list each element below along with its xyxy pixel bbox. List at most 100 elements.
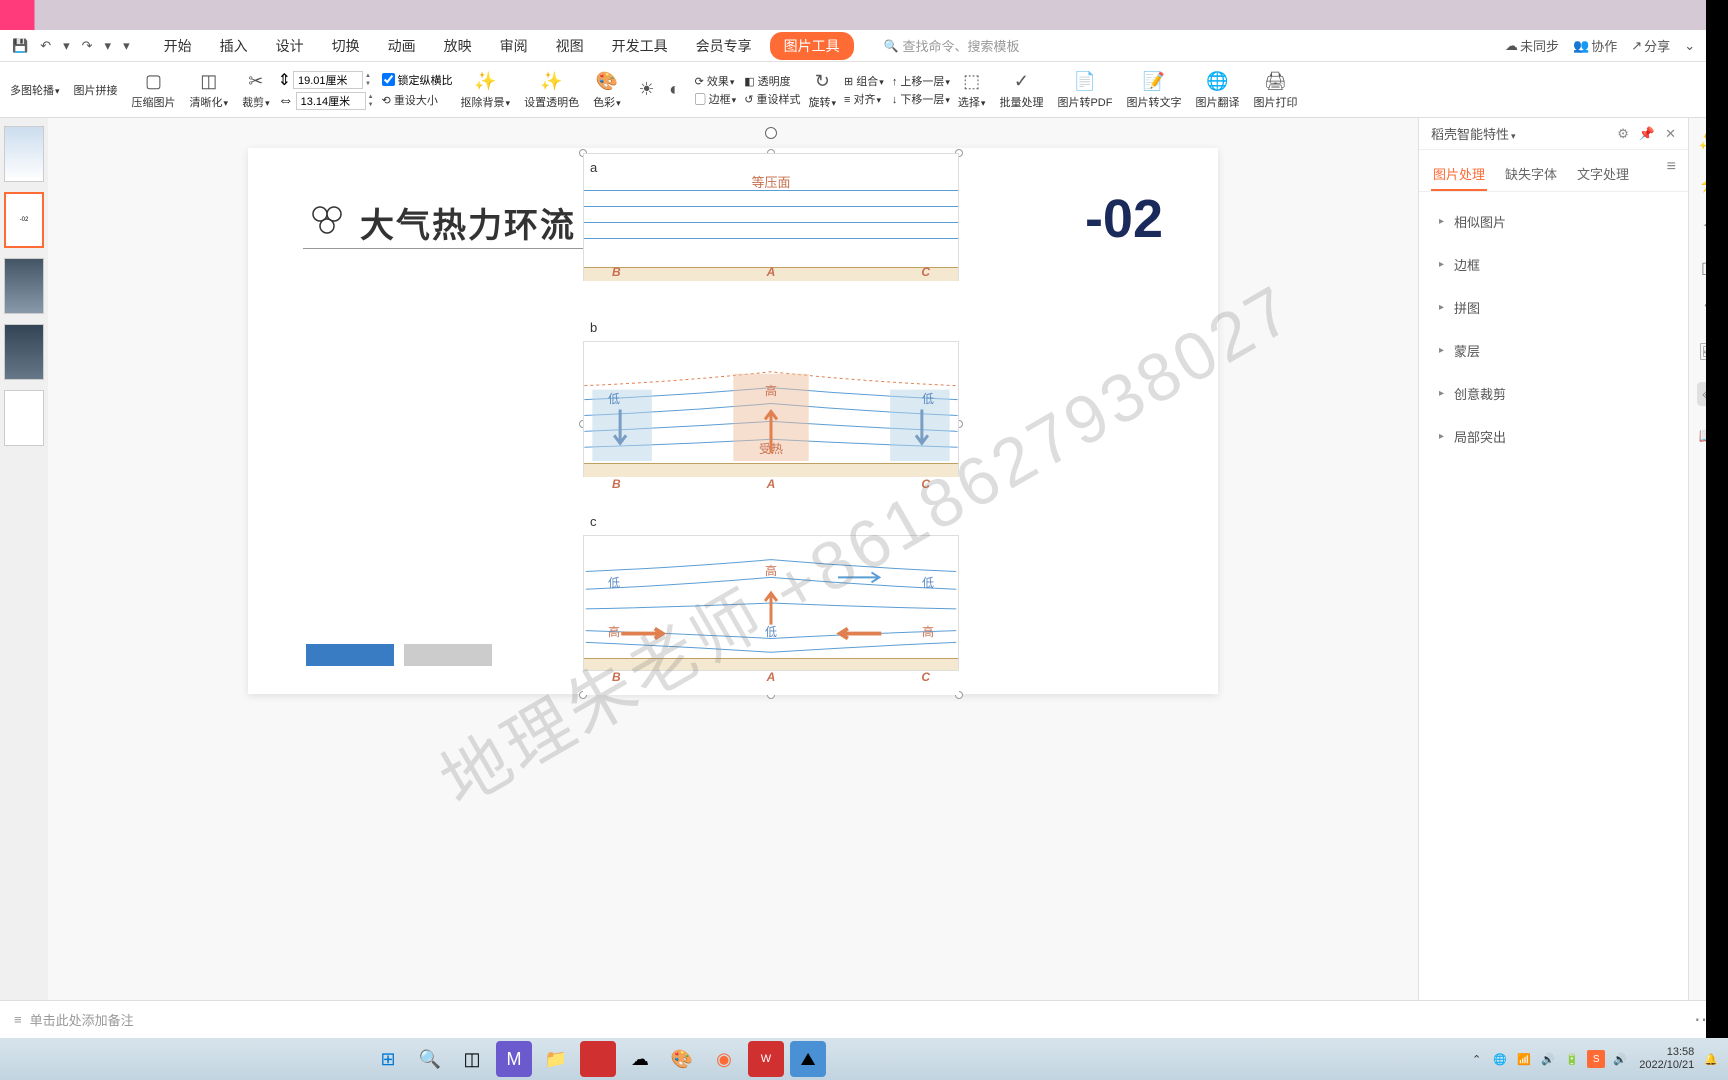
width-field[interactable]	[293, 71, 363, 89]
rotate-button[interactable]: ↻ 旋转	[802, 68, 842, 112]
image-stitch-button[interactable]: 图片拼接	[68, 80, 124, 100]
brightness-icon[interactable]: ☀	[635, 78, 659, 102]
height-up[interactable]: ▲	[368, 93, 374, 101]
tab-transition[interactable]: 切换	[322, 32, 370, 60]
tray-expand-icon[interactable]: ⌃	[1472, 1053, 1481, 1066]
notes-area[interactable]: ≡ 单击此处添加备注 ⋯	[0, 1000, 1728, 1038]
width-up[interactable]: ▲	[365, 72, 371, 80]
notes-placeholder: 单击此处添加备注	[30, 1010, 134, 1029]
translate-button[interactable]: 🌐 图片翻译	[1189, 68, 1245, 112]
menu-icon[interactable]: ≡	[1667, 158, 1676, 191]
crop-button[interactable]: ✂ 裁剪	[236, 68, 276, 112]
explorer-button[interactable]: 📁	[538, 1041, 574, 1077]
reset-style-button[interactable]: ↺ 重设样式	[744, 91, 800, 107]
rp-item-creative-crop[interactable]: 创意裁剪	[1419, 372, 1688, 415]
tab-animation[interactable]: 动画	[378, 32, 426, 60]
panel-title[interactable]: 稻壳智能特性	[1431, 124, 1516, 143]
thumbnail-4[interactable]	[4, 324, 44, 380]
lock-ratio-checkbox[interactable]: 锁定纵横比	[382, 72, 453, 88]
tab-review[interactable]: 审阅	[490, 32, 538, 60]
app-3[interactable]: ☁	[622, 1041, 658, 1077]
tab-insert[interactable]: 插入	[210, 32, 258, 60]
thumbnail-2[interactable]: -02	[4, 192, 44, 248]
qat-more[interactable]: ▾	[119, 36, 134, 56]
effect-button[interactable]: ⟳ 效果	[695, 73, 737, 89]
tray-icon-4[interactable]: 🔋	[1563, 1050, 1581, 1068]
rp-item-highlight[interactable]: 局部突出	[1419, 415, 1688, 458]
contrast-icon[interactable]: ◐	[663, 78, 687, 102]
slide-canvas[interactable]: 大气热力环流 -02 a 等压面	[48, 118, 1418, 1000]
clarity-button[interactable]: ◫ 清晰化	[184, 68, 235, 112]
batch-button[interactable]: ✓ 批量处理	[993, 68, 1049, 112]
tray-icon-2[interactable]: 📶	[1515, 1050, 1533, 1068]
rp-item-collage[interactable]: 拼图	[1419, 286, 1688, 329]
tab-devtools[interactable]: 开发工具	[602, 32, 678, 60]
share-button[interactable]: ↗ 分享	[1631, 36, 1670, 55]
search-input[interactable]: 查找命令、搜索模板	[884, 36, 1020, 55]
rp-tab-image[interactable]: 图片处理	[1431, 158, 1487, 191]
taskview-button[interactable]: ◫	[454, 1041, 490, 1077]
tab-member[interactable]: 会员专享	[686, 32, 762, 60]
redo-button[interactable]: ↷	[78, 36, 97, 56]
to-text-button[interactable]: 📝 图片转文字	[1120, 68, 1187, 112]
tab-view[interactable]: 视图	[546, 32, 594, 60]
thumbnail-3[interactable]	[4, 258, 44, 314]
app-5[interactable]: ◉	[706, 1041, 742, 1077]
tab-design[interactable]: 设计	[266, 32, 314, 60]
print-button[interactable]: 🖨 图片打印	[1247, 68, 1303, 112]
tab-slideshow[interactable]: 放映	[434, 32, 482, 60]
start-button[interactable]: ⊞	[370, 1041, 406, 1077]
thumbnail-1[interactable]	[4, 126, 44, 182]
height-down[interactable]: ▼	[368, 101, 374, 109]
pin-icon[interactable]: 📌	[1639, 126, 1655, 142]
app-6[interactable]: ⛰	[790, 1041, 826, 1077]
select-button[interactable]: ⬚ 选择	[952, 68, 992, 112]
search-button[interactable]: 🔍	[412, 1041, 448, 1077]
tray-icon-5[interactable]: 🔊	[1611, 1050, 1629, 1068]
rp-item-similar[interactable]: 相似图片	[1419, 200, 1688, 243]
tray-icon-1[interactable]: 🌐	[1491, 1050, 1509, 1068]
rp-item-border[interactable]: 边框	[1419, 243, 1688, 286]
reset-size-button[interactable]: ⟲ 重设大小	[382, 92, 453, 108]
collab-button[interactable]: 👥 协作	[1573, 36, 1617, 55]
wps-button[interactable]: W	[748, 1041, 784, 1077]
ime-icon[interactable]: S	[1587, 1050, 1605, 1068]
tray-icon-3[interactable]: 🔊	[1539, 1050, 1557, 1068]
app-4[interactable]: 🎨	[664, 1041, 700, 1077]
tab-picture-tools[interactable]: 图片工具	[770, 32, 854, 60]
selected-image[interactable]: a 等压面 B A C b	[583, 153, 959, 695]
sync-button[interactable]: ☁ 未同步	[1505, 36, 1559, 55]
to-pdf-button[interactable]: 📄 图片转PDF	[1051, 68, 1118, 112]
app-1[interactable]: M	[496, 1041, 532, 1077]
undo-button[interactable]: ↶	[36, 36, 55, 56]
rp-tab-font[interactable]: 缺失字体	[1503, 158, 1559, 191]
undo-drop[interactable]: ▾	[59, 36, 74, 56]
redo-drop[interactable]: ▾	[101, 36, 116, 56]
border-button[interactable]: ▢ 边框	[695, 91, 737, 107]
clock[interactable]: 13:58 2022/10/21	[1639, 1046, 1694, 1072]
menubar: 💾 ↶ ▾ ↷ ▾ ▾ 开始 插入 设计 切换 动画 放映 审阅 视图 开发工具…	[0, 30, 1728, 62]
tab-start[interactable]: 开始	[154, 32, 202, 60]
notifications-icon[interactable]: 🔔	[1704, 1053, 1718, 1066]
multi-carousel-button[interactable]: 多图轮播	[4, 80, 66, 100]
gear-icon[interactable]: ⚙	[1617, 126, 1629, 142]
thumbnail-5[interactable]	[4, 390, 44, 446]
width-down[interactable]: ▼	[365, 80, 371, 88]
move-down-button[interactable]: ↓ 下移一层	[892, 91, 950, 107]
app-2[interactable]	[580, 1041, 616, 1077]
combine-button[interactable]: ⊞ 组合	[844, 73, 884, 89]
close-icon[interactable]: ✕	[1665, 126, 1676, 142]
rp-item-overlay[interactable]: 蒙层	[1419, 329, 1688, 372]
set-transparent-button[interactable]: ✨ 设置透明色	[518, 68, 585, 112]
align-button[interactable]: ≡ 对齐	[844, 91, 884, 107]
transparency-button[interactable]: ◧ 透明度	[744, 73, 800, 89]
remove-bg-button[interactable]: ✨ 抠除背景	[455, 68, 517, 112]
rotate-handle[interactable]	[765, 127, 777, 139]
colorful-button[interactable]: 🎨 色彩	[587, 68, 627, 112]
caret-down-icon[interactable]: ⌄	[1684, 38, 1695, 54]
compress-button[interactable]: ▢ 压缩图片	[126, 68, 182, 112]
move-up-button[interactable]: ↑ 上移一层	[892, 73, 950, 89]
height-field[interactable]	[296, 92, 366, 110]
rp-tab-text[interactable]: 文字处理	[1575, 158, 1631, 191]
save-icon[interactable]: 💾	[8, 36, 32, 56]
